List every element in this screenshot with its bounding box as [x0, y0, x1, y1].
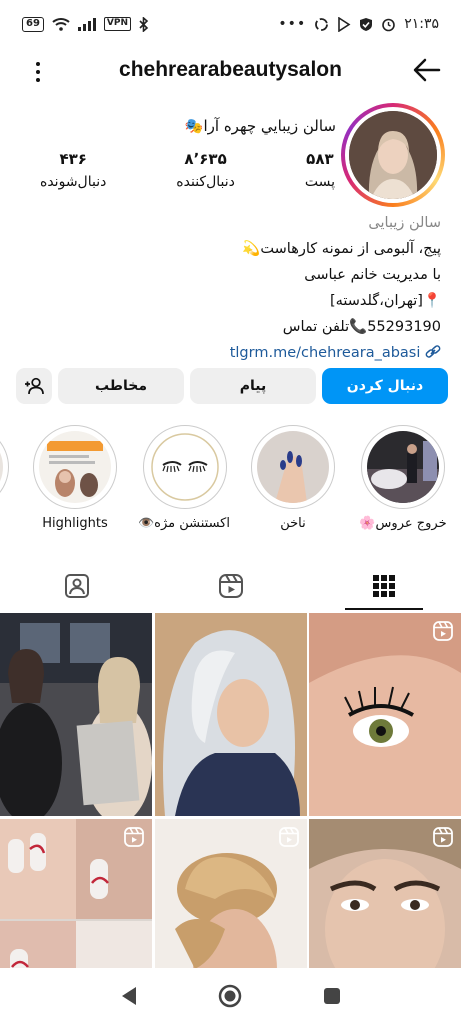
bluetooth-icon [139, 16, 149, 32]
status-left: 69 VPN [22, 16, 149, 32]
story-highlights: Highlights اکستنشن مژه👁️ ناخن خروج عروس🌸 [0, 425, 461, 545]
highlight-item[interactable]: خروج عروس🌸 [358, 425, 448, 531]
play-store-icon [338, 16, 351, 32]
stat-following-value: ۴۳۶ [59, 150, 87, 168]
back-icon[interactable] [120, 986, 138, 1006]
profile-category: سالن زیبایی [368, 215, 441, 231]
system-nav-bar [0, 968, 461, 1024]
stat-following[interactable]: ۴۳۶ دنبال‌شونده [40, 150, 106, 190]
post-thumbnail[interactable] [154, 613, 307, 816]
stat-posts[interactable]: ۵۸۳ پست [305, 150, 335, 190]
clock: ۲۱:۳۵ [404, 16, 439, 32]
wifi-icon [52, 18, 70, 31]
highlight-label: خروج عروس🌸 [359, 516, 447, 531]
tab-posts-grid[interactable] [307, 562, 461, 610]
highlight-cover [39, 431, 111, 503]
signal-icon [77, 17, 96, 31]
highlight-item[interactable]: ناخن [248, 425, 338, 531]
stat-posts-value: ۵۸۳ [306, 150, 334, 168]
post-thumbnail[interactable] [309, 613, 461, 816]
link-icon [425, 345, 441, 358]
more-notifications-icon: ••• [278, 16, 307, 32]
bio-link[interactable]: tlgrm.me/chehreara_abasi [230, 340, 441, 366]
stat-followers-value: ۸٬۶۳۵ [184, 150, 227, 168]
highlight-label: اکستنشن مژه👁️ [137, 516, 230, 531]
alarm-icon [382, 18, 396, 31]
message-button[interactable]: پیام [190, 368, 316, 404]
tab-reels[interactable] [154, 562, 308, 610]
battery-icon: 69 [22, 16, 44, 32]
bio-line: 📍[تهران،گلدسته] [329, 293, 441, 309]
highlight-cover [257, 431, 329, 503]
bio-line: با مدیریت خانم عباسی [304, 267, 441, 283]
add-person-icon [25, 377, 44, 395]
stat-followers-label: دنبال‌کننده [176, 174, 235, 190]
reels-icon [218, 574, 243, 598]
profile-avatar[interactable] [341, 103, 445, 207]
grid-icon [373, 575, 396, 597]
profile-actions: مخاطب پیام دنبال کردن [16, 368, 448, 404]
stat-following-label: دنبال‌شونده [40, 174, 107, 190]
stat-followers[interactable]: ۸٬۶۳۵ دنبال‌کننده [176, 150, 235, 190]
highlight-item[interactable]: Highlights [30, 425, 120, 531]
highlight-cover [149, 431, 221, 503]
highlight-cover [367, 431, 439, 503]
back-arrow-icon[interactable] [413, 56, 441, 84]
profile-stats: ۵۸۳ پست ۸٬۶۳۵ دنبال‌کننده ۴۳۶ دنبال‌شوند… [40, 150, 335, 190]
reel-icon [278, 826, 299, 847]
status-right: ••• ۲۱:۳۵ [278, 16, 439, 32]
profile-username: chehrearabeautysalon [119, 58, 342, 81]
recents-icon[interactable] [323, 987, 341, 1005]
bio-line: 55293190📞تلفن تماس [282, 319, 441, 335]
reel-icon [433, 621, 453, 641]
sync-icon [315, 17, 329, 31]
profile-bio: سالن زیبایی پیج، آلبومی از نمونه کارهاست… [16, 210, 441, 366]
post-thumbnail[interactable] [0, 613, 152, 816]
posts-grid [0, 613, 461, 1022]
profile-tabs [0, 562, 461, 610]
tab-tagged[interactable] [0, 562, 154, 610]
bio-line: پیج، آلبومی از نمونه کارهاست💫 [242, 241, 441, 257]
reel-icon [124, 826, 144, 847]
bio-link-row: tlgrm.me/chehreara_abasi [16, 340, 441, 366]
highlight-label: Highlights [42, 516, 108, 531]
avatar-photo [349, 111, 437, 199]
highlight-partial[interactable] [0, 425, 12, 509]
shield-check-icon [360, 17, 373, 31]
bio-link-text: tlgrm.me/chehreara_abasi [229, 345, 421, 361]
reel-icon [433, 826, 453, 847]
suggest-people-button[interactable] [16, 368, 52, 404]
highlight-item[interactable]: اکستنشن مژه👁️ [137, 425, 230, 531]
profile-header: chehrearabeautysalon [0, 52, 461, 92]
follow-button[interactable]: دنبال کردن [322, 368, 448, 404]
vpn-icon: VPN [103, 17, 132, 31]
home-icon[interactable] [218, 984, 242, 1008]
highlight-label: ناخن [280, 516, 306, 531]
status-bar: 69 VPN ••• ۲۱:۳۵ [0, 0, 461, 48]
profile-full-name: سالن زيبايي چهره آرا🎭 [184, 117, 336, 135]
contact-button[interactable]: مخاطب [58, 368, 184, 404]
stat-posts-label: پست [304, 174, 335, 190]
tagged-icon [64, 574, 89, 598]
